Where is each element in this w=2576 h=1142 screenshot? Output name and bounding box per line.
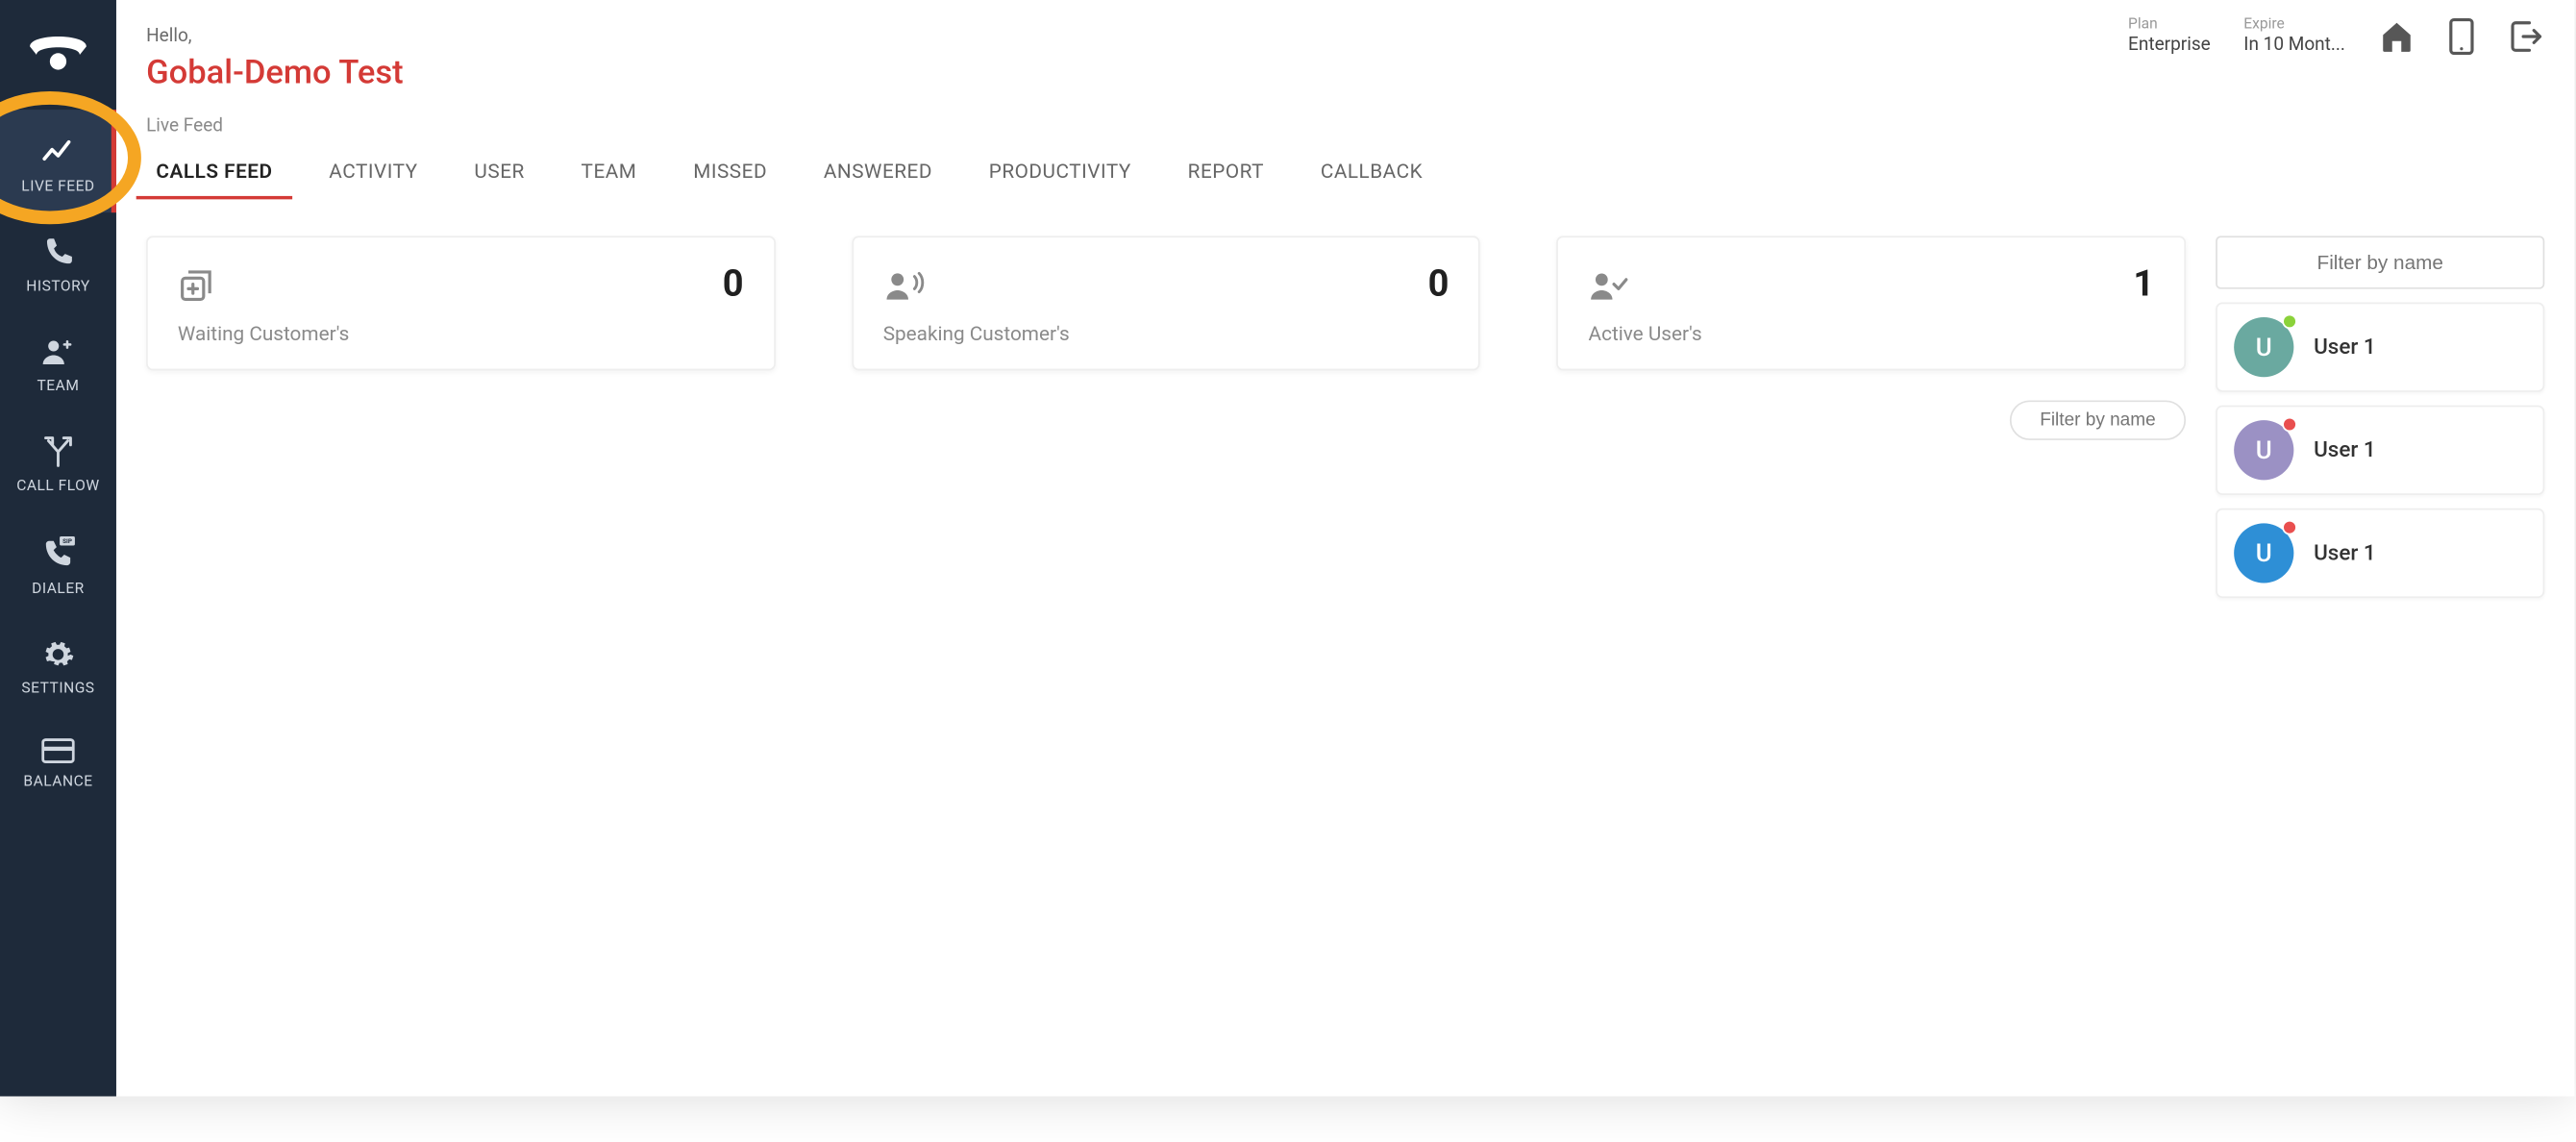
user-name: User 1	[2314, 540, 2376, 565]
sidebar-item-settings[interactable]: SETTINGS	[0, 614, 116, 714]
sidebar-item-balance[interactable]: BALANCE	[0, 714, 116, 807]
filter-mini-input[interactable]	[2010, 400, 2186, 439]
queue-add-icon	[178, 266, 214, 303]
tab-user[interactable]: USER	[474, 150, 524, 200]
tab-productivity[interactable]: PRODUCTIVITY	[989, 150, 1131, 200]
app-logo	[21, 13, 94, 87]
status-dot	[2282, 417, 2297, 433]
tab-team[interactable]: TEAM	[582, 150, 637, 200]
sidebar-item-team[interactable]: TEAM	[0, 312, 116, 412]
plan-info: Plan Enterprise	[2128, 16, 2211, 55]
user-row[interactable]: U User 1	[2216, 302, 2544, 391]
sidebar-item-label: BALANCE	[23, 774, 92, 790]
card-label: Active User's	[1589, 322, 2155, 345]
tabs: CALLS FEED ACTIVITY USER TEAM MISSED ANS…	[146, 150, 2544, 200]
card-label: Speaking Customer's	[883, 322, 1449, 345]
sidebar-item-call-flow[interactable]: CALL FLOW	[0, 412, 116, 512]
phone-icon	[41, 236, 75, 269]
user-name: User 1	[2314, 437, 2376, 462]
greeting-hello: Hello,	[146, 25, 191, 46]
phone-receiver-icon	[25, 27, 91, 73]
sidebar: LIVE FEED HISTORY TEAM CALL FLOW SIP DIA…	[0, 0, 116, 1096]
tab-report[interactable]: REPORT	[1188, 150, 1264, 200]
split-arrow-icon	[41, 435, 75, 469]
tab-missed[interactable]: MISSED	[693, 150, 767, 200]
credit-card-icon	[41, 737, 75, 764]
tab-callback[interactable]: CALLBACK	[1321, 150, 1423, 200]
line-chart-icon	[39, 133, 76, 169]
tab-calls-feed[interactable]: CALLS FEED	[156, 150, 272, 200]
plan-label: Plan	[2128, 16, 2211, 33]
avatar-initial: U	[2256, 333, 2272, 362]
expire-value: In 10 Mont...	[2243, 34, 2345, 55]
card-value: 0	[1428, 264, 1449, 306]
user-row[interactable]: U User 1	[2216, 406, 2544, 495]
expire-label: Expire	[2243, 16, 2345, 33]
svg-text:SIP: SIP	[62, 537, 72, 545]
sidebar-item-label: HISTORY	[26, 279, 90, 295]
sidebar-item-label: TEAM	[37, 379, 80, 395]
card-label: Waiting Customer's	[178, 322, 744, 345]
user-row[interactable]: U User 1	[2216, 509, 2544, 598]
speaking-user-icon	[883, 266, 927, 303]
team-add-icon	[39, 335, 76, 369]
card-speaking-customers: 0 Speaking Customer's	[852, 236, 1480, 370]
sidebar-item-history[interactable]: HISTORY	[0, 212, 116, 312]
mobile-icon[interactable]	[2448, 17, 2475, 54]
tab-answered[interactable]: ANSWERED	[824, 150, 932, 200]
active-user-icon	[1589, 266, 1628, 303]
avatar: U	[2234, 317, 2293, 377]
user-panel: U User 1 U User 1 U	[2216, 236, 2544, 598]
sidebar-item-label: LIVE FEED	[21, 180, 94, 196]
sidebar-item-label: DIALER	[32, 582, 85, 598]
sidebar-item-dialer[interactable]: SIP DIALER	[0, 511, 116, 614]
tab-activity[interactable]: ACTIVITY	[329, 150, 417, 200]
logout-icon[interactable]	[2508, 17, 2544, 54]
card-value: 1	[2133, 264, 2154, 306]
avatar-initial: U	[2256, 435, 2272, 465]
avatar-initial: U	[2256, 538, 2272, 568]
status-dot	[2282, 520, 2297, 535]
avatar: U	[2234, 420, 2293, 480]
sidebar-item-label: CALL FLOW	[16, 479, 100, 495]
greeting-name: Gobal-Demo Test	[146, 52, 404, 91]
expire-info: Expire In 10 Mont...	[2243, 16, 2345, 55]
card-active-users: 1 Active User's	[1557, 236, 2186, 370]
filter-input[interactable]	[2216, 236, 2544, 288]
user-name: User 1	[2314, 335, 2376, 360]
card-waiting-customers: 0 Waiting Customer's	[146, 236, 775, 370]
avatar: U	[2234, 523, 2293, 583]
status-dot	[2282, 314, 2297, 330]
greeting: Hello, Gobal-Demo Test	[146, 16, 404, 91]
main-content: Hello, Gobal-Demo Test Plan Enterprise E…	[116, 0, 2574, 1096]
breadcrumb: Live Feed	[146, 114, 2544, 136]
card-value: 0	[723, 264, 744, 306]
sip-phone-icon: SIP	[39, 534, 76, 571]
sidebar-item-live-feed[interactable]: LIVE FEED	[0, 110, 116, 212]
plan-value: Enterprise	[2128, 34, 2211, 55]
sidebar-item-label: SETTINGS	[21, 681, 94, 697]
gear-icon	[41, 638, 75, 672]
home-icon[interactable]	[2378, 17, 2415, 54]
